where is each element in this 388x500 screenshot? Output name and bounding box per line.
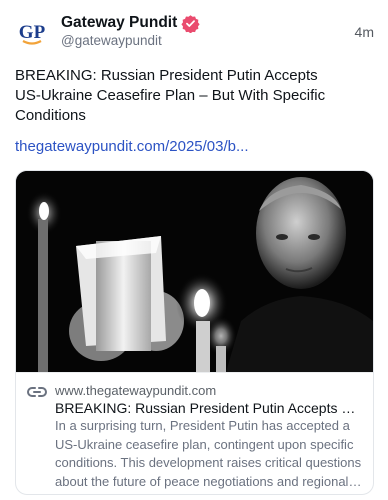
link-card[interactable]: www.thegatewaypundit.com BREAKING: Russi… [15,170,374,495]
handle[interactable]: @gatewaypundit [61,33,162,48]
timestamp[interactable]: 4m [355,24,374,40]
post[interactable]: GP Gateway Pundit @gatewaypundit 4m BREA… [0,0,388,500]
card-description-line: US-Ukraine ceasefire plan, contingent up… [55,436,354,452]
card-description-line: conditions. This development raises crit… [55,455,362,470]
name-row: Gateway Pundit [61,13,200,33]
post-link[interactable]: thegatewaypundit.com/2025/03/b... [15,137,249,157]
card-title[interactable]: BREAKING: Russian President Putin Accept… [55,399,361,417]
candle-photo [16,171,373,372]
card-image[interactable] [16,171,373,372]
display-name[interactable]: Gateway Pundit [61,14,177,32]
card-description-line: about the future of peace negotiations a… [55,473,365,489]
link-icon [27,385,47,399]
avatar-text: GP [19,22,46,43]
gateway-pundit-logo: GP [14,14,50,50]
card-description-line: In a surprising turn, President Putin ha… [55,418,350,433]
verified-badge-icon [181,14,200,33]
post-text: BREAKING: Russian President Putin Accept… [15,67,326,124]
card-meta[interactable]: www.thegatewaypundit.com BREAKING: Russi… [16,372,373,494]
card-domain[interactable]: www.thegatewaypundit.com [55,383,216,398]
card-description: In a surprising turn, President Putin ha… [55,417,365,491]
avatar[interactable]: GP [14,14,50,50]
